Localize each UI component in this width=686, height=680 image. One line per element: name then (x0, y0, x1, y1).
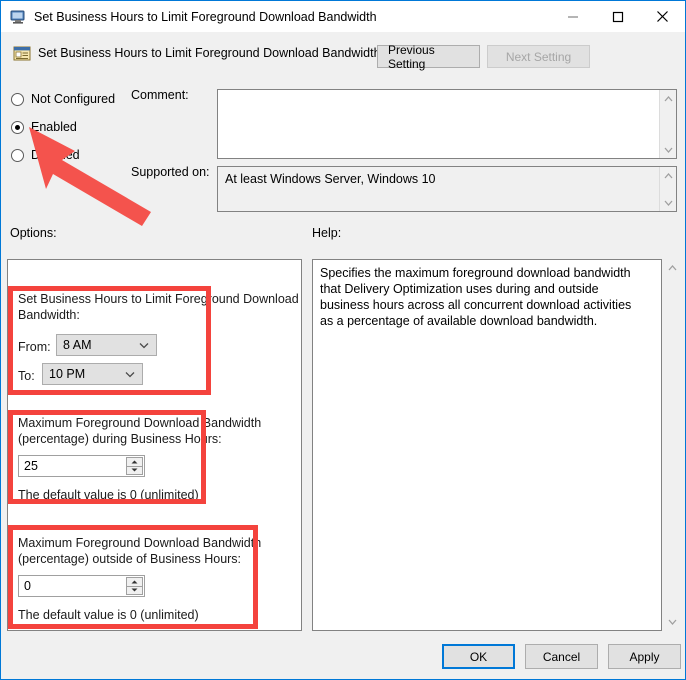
outside-business-title-line2: (percentage) outside of Business Hours: (18, 552, 242, 566)
business-hours-title-line2: Bandwidth: (18, 308, 80, 322)
radio-enabled[interactable]: Enabled (11, 120, 77, 134)
from-time-dropdown[interactable]: 8 AM (56, 334, 157, 356)
supported-on-label: Supported on: (131, 165, 210, 179)
from-label: From: (18, 340, 51, 354)
comment-label: Comment: (131, 88, 189, 102)
radio-enabled-mark (11, 120, 24, 134)
options-panel: Set Business Hours to Limit Foreground D… (7, 259, 302, 631)
setting-header: Set Business Hours to Limit Foreground D… (2, 32, 685, 79)
scroll-up-icon[interactable] (663, 259, 681, 277)
policy-setting-icon (10, 9, 26, 25)
help-panel: Specifies the maximum foreground downloa… (312, 259, 662, 631)
during-business-title-line2: (percentage) during Business Hours: (18, 432, 222, 446)
apply-button[interactable]: Apply (608, 644, 681, 669)
during-business-bandwidth-value: 25 (24, 459, 38, 473)
business-hours-title-line1: Set Business Hours to Limit Foreground D… (18, 292, 299, 306)
policy-setting-icon (13, 45, 31, 63)
during-business-spinner-buttons[interactable] (126, 457, 143, 475)
outside-business-bandwidth-input[interactable]: 0 (18, 575, 145, 597)
radio-enabled-label: Enabled (31, 120, 77, 134)
outside-business-bandwidth-value: 0 (24, 579, 31, 593)
spinner-down-icon[interactable] (126, 466, 143, 475)
previous-setting-button[interactable]: Previous Setting (377, 43, 480, 71)
during-business-title-line1: Maximum Foreground Download Bandwidth (18, 416, 262, 430)
outside-business-default-note: The default value is 0 (unlimited) (18, 608, 199, 622)
radio-not-configured-label: Not Configured (31, 92, 116, 106)
chevron-down-icon (139, 335, 149, 355)
from-time-value: 8 AM (63, 338, 92, 352)
options-label: Options: (10, 226, 57, 240)
chevron-down-icon (125, 364, 135, 384)
close-icon[interactable] (640, 1, 685, 32)
comment-scrollbar[interactable] (659, 90, 676, 158)
title-bar: Set Business Hours to Limit Foreground D… (1, 1, 685, 32)
during-business-default-note: The default value is 0 (unlimited) (18, 488, 199, 502)
radio-disabled[interactable]: Disabled (11, 148, 80, 162)
outside-business-spinner-buttons[interactable] (126, 577, 143, 595)
supported-on-value: At least Windows Server, Windows 10 (225, 172, 436, 186)
comment-textarea[interactable] (217, 89, 677, 159)
setting-title: Set Business Hours to Limit Foreground D… (38, 46, 381, 60)
help-text: Specifies the maximum foreground downloa… (320, 266, 632, 328)
spinner-up-icon[interactable] (126, 457, 143, 467)
radio-disabled-mark (11, 148, 24, 162)
ok-button[interactable]: OK (442, 644, 515, 669)
supported-on-field: At least Windows Server, Windows 10 (217, 166, 677, 212)
radio-disabled-label: Disabled (31, 148, 80, 162)
supported-on-scrollbar[interactable] (659, 167, 676, 211)
scroll-down-icon[interactable] (663, 613, 681, 631)
minimize-icon[interactable] (550, 1, 595, 32)
to-time-dropdown[interactable]: 10 PM (42, 363, 143, 385)
during-business-bandwidth-input[interactable]: 25 (18, 455, 145, 477)
scroll-up-icon[interactable] (660, 90, 677, 107)
maximize-icon[interactable] (595, 1, 640, 32)
radio-not-configured-mark (11, 92, 24, 106)
next-setting-button[interactable]: Next Setting (487, 45, 590, 68)
cancel-button[interactable]: Cancel (525, 644, 598, 669)
to-label: To: (18, 369, 35, 383)
window-controls (550, 1, 685, 32)
scroll-up-icon[interactable] (660, 167, 677, 184)
window-title: Set Business Hours to Limit Foreground D… (34, 9, 377, 24)
group-policy-setting-dialog: Set Business Hours to Limit Foreground D… (0, 0, 686, 680)
spinner-up-icon[interactable] (126, 577, 143, 587)
scroll-down-icon[interactable] (660, 194, 677, 211)
help-scrollbar[interactable] (663, 259, 681, 631)
spinner-down-icon[interactable] (126, 586, 143, 595)
radio-not-configured[interactable]: Not Configured (11, 92, 115, 106)
to-time-value: 10 PM (49, 367, 86, 381)
outside-business-title-line1: Maximum Foreground Download Bandwidth (18, 536, 262, 550)
help-label: Help: (312, 226, 342, 240)
scroll-down-icon[interactable] (660, 141, 677, 158)
